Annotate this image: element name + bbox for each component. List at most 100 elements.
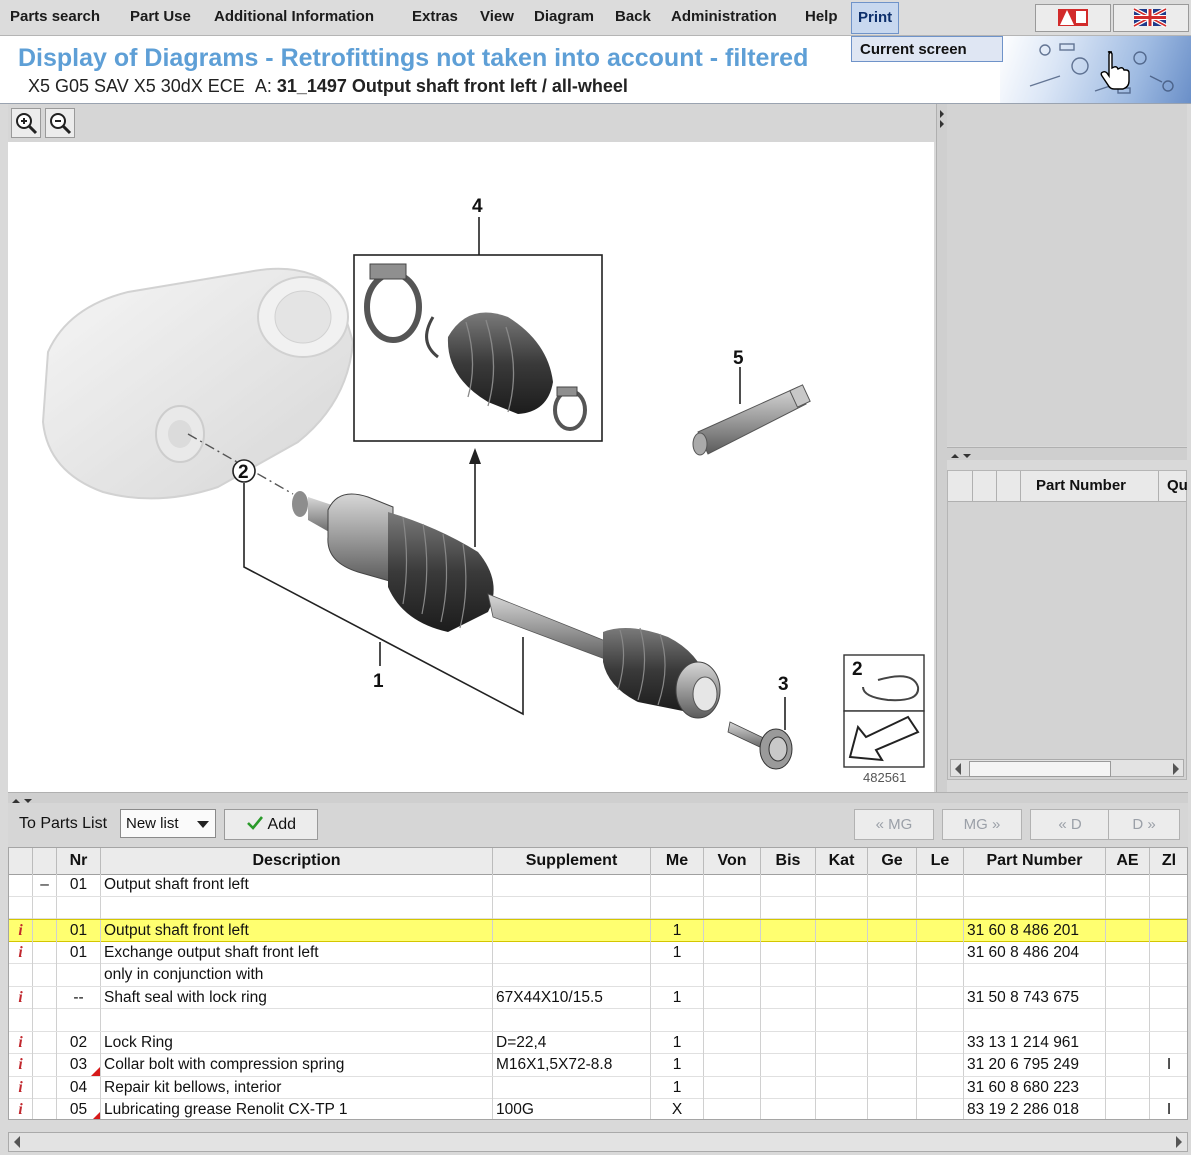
add-button[interactable]: Add bbox=[224, 809, 318, 840]
info-icon[interactable]: i bbox=[9, 941, 33, 964]
info-icon[interactable]: i bbox=[9, 1076, 33, 1099]
cell-von bbox=[704, 1054, 761, 1076]
cell-le bbox=[917, 1054, 964, 1076]
scroll-left-arrow-icon[interactable] bbox=[14, 1136, 20, 1148]
info-icon[interactable]: i bbox=[9, 1099, 33, 1119]
col-bis[interactable]: Bis bbox=[761, 848, 816, 874]
cell-zl bbox=[1150, 874, 1187, 896]
add-button-label: Add bbox=[267, 816, 297, 833]
cell-bis bbox=[761, 1076, 816, 1099]
cell-me: 1 bbox=[651, 1054, 704, 1076]
table-horizontal-scrollbar[interactable] bbox=[8, 1132, 1188, 1152]
col-me[interactable]: Me bbox=[651, 848, 704, 874]
callout-4: 4 bbox=[472, 196, 483, 217]
exploded-view-drawing: 2 1 3 4 5 2 482561 bbox=[41, 196, 925, 785]
menu-part-use[interactable]: Part Use bbox=[130, 0, 191, 34]
language-button-1[interactable] bbox=[1035, 4, 1111, 32]
previous-d-button[interactable]: « D bbox=[1030, 809, 1110, 840]
cell-le bbox=[917, 874, 964, 896]
scrollbar-thumb[interactable] bbox=[969, 761, 1111, 777]
menu-back[interactable]: Back bbox=[615, 0, 651, 34]
header-banner-image bbox=[1000, 36, 1191, 103]
cell-supp bbox=[493, 920, 651, 942]
info-icon[interactable]: i bbox=[9, 1054, 33, 1076]
cell-part: 83 19 2 286 018 bbox=[964, 1099, 1106, 1119]
print-menu-current-screen[interactable]: Current screen bbox=[851, 36, 1003, 62]
col-part-number[interactable]: Part Number bbox=[964, 848, 1106, 874]
cell-ae bbox=[1106, 941, 1150, 964]
cell-zl bbox=[1150, 1009, 1187, 1031]
table-header: Nr Description Supplement Me Von Bis Kat… bbox=[9, 848, 1187, 875]
col-von[interactable]: Von bbox=[704, 848, 761, 874]
col-ge[interactable]: Ge bbox=[868, 848, 917, 874]
parts-list-select[interactable]: New list bbox=[120, 809, 216, 838]
cell-part: 31 50 8 743 675 bbox=[964, 986, 1106, 1009]
parts-collage-icon bbox=[1029, 43, 1174, 94]
cell-von bbox=[704, 941, 761, 964]
menu-extras[interactable]: Extras bbox=[412, 0, 458, 34]
previous-mg-button[interactable]: « MG bbox=[854, 809, 934, 840]
table-row[interactable]: –01 Output shaft front left bbox=[9, 874, 1187, 897]
info-icon[interactable]: i bbox=[9, 986, 33, 1009]
cell-ge bbox=[868, 941, 917, 964]
menu-additional-information[interactable]: Additional Information bbox=[214, 0, 374, 34]
cell-desc: Exchange output shaft front left bbox=[101, 941, 493, 964]
table-row[interactable]: i 05 Lubricating grease Renolit CX-TP 1 100… bbox=[9, 1099, 1187, 1119]
menu-administration[interactable]: Administration bbox=[671, 0, 777, 34]
menu-diagram[interactable]: Diagram bbox=[534, 0, 594, 34]
cell-supp: M16X1,5X72-8.8 bbox=[493, 1054, 651, 1076]
right-horizontal-scrollbar[interactable] bbox=[950, 759, 1184, 777]
table-row[interactable]: i 01 Output shaft front left 1 31 60 8 486 2… bbox=[9, 919, 1187, 942]
col-zl[interactable]: Zl bbox=[1150, 848, 1187, 874]
cell-desc: Output shaft front left bbox=[101, 920, 493, 942]
col-supplement[interactable]: Supplement bbox=[493, 848, 651, 874]
cell-ae bbox=[1106, 896, 1150, 919]
menu-help[interactable]: Help bbox=[805, 0, 838, 34]
language-button-2[interactable] bbox=[1113, 4, 1189, 32]
col-kat[interactable]: Kat bbox=[816, 848, 868, 874]
parts-diagram[interactable]: 2 1 3 4 5 2 482561 bbox=[8, 142, 934, 792]
col-le[interactable]: Le bbox=[917, 848, 964, 874]
vertical-splitter[interactable] bbox=[936, 104, 947, 792]
cell-kat bbox=[816, 1009, 868, 1031]
col-nr[interactable]: Nr bbox=[57, 848, 101, 874]
col-ae[interactable]: AE bbox=[1106, 848, 1150, 874]
table-row[interactable] bbox=[9, 896, 1187, 919]
horizontal-splitter[interactable] bbox=[8, 792, 1188, 803]
right-col-quantity[interactable]: Qu bbox=[1158, 471, 1188, 501]
cell-kat bbox=[816, 1099, 868, 1119]
scroll-right-arrow-icon[interactable] bbox=[1173, 763, 1179, 775]
scroll-left-arrow-icon[interactable] bbox=[955, 763, 961, 775]
zoom-out-button[interactable] bbox=[45, 108, 75, 138]
menu-print[interactable]: Print bbox=[851, 2, 900, 34]
menu-parts-search[interactable]: Parts search bbox=[10, 0, 100, 34]
cell-desc: Output shaft front left bbox=[101, 874, 493, 896]
right-panel-splitter[interactable] bbox=[947, 447, 1187, 460]
next-d-button[interactable]: D » bbox=[1108, 809, 1180, 840]
cell-le bbox=[917, 1009, 964, 1031]
info-icon[interactable]: i bbox=[9, 920, 33, 942]
cell-me bbox=[651, 874, 704, 896]
collapse-arrows-icon bbox=[940, 110, 944, 128]
table-row[interactable]: i 02 Lock Ring D=22,4 1 33 13 1 214 961 bbox=[9, 1031, 1187, 1054]
info-icon[interactable]: i bbox=[9, 1031, 33, 1054]
table-row[interactable] bbox=[9, 1009, 1187, 1032]
next-mg-button[interactable]: MG » bbox=[942, 809, 1022, 840]
cell-von bbox=[704, 1076, 761, 1099]
table-row[interactable]: i -- Shaft seal with lock ring 67X44X10/15.… bbox=[9, 986, 1187, 1009]
table-row[interactable]: i 03 Collar bolt with compression spring M1… bbox=[9, 1054, 1187, 1077]
cell-tree bbox=[33, 896, 57, 919]
right-col-part-number[interactable]: Part Number bbox=[1036, 471, 1126, 501]
image-number: 482561 bbox=[863, 770, 906, 785]
menu-view[interactable]: View bbox=[480, 0, 514, 34]
zoom-in-button[interactable] bbox=[11, 108, 41, 138]
cell-kat bbox=[816, 1031, 868, 1054]
table-row[interactable]: i 04 Repair kit bellows, interior 1 31 60 8 … bbox=[9, 1076, 1187, 1099]
col-description[interactable]: Description bbox=[101, 848, 493, 874]
cell-bis bbox=[761, 874, 816, 896]
table-row[interactable]: only in conjunction with bbox=[9, 964, 1187, 987]
cell-me: X bbox=[651, 1099, 704, 1119]
scroll-right-arrow-icon[interactable] bbox=[1176, 1136, 1182, 1148]
table-row[interactable]: i 01 Exchange output shaft front left 1 31 6… bbox=[9, 941, 1187, 964]
right-info-panel bbox=[947, 104, 1187, 446]
